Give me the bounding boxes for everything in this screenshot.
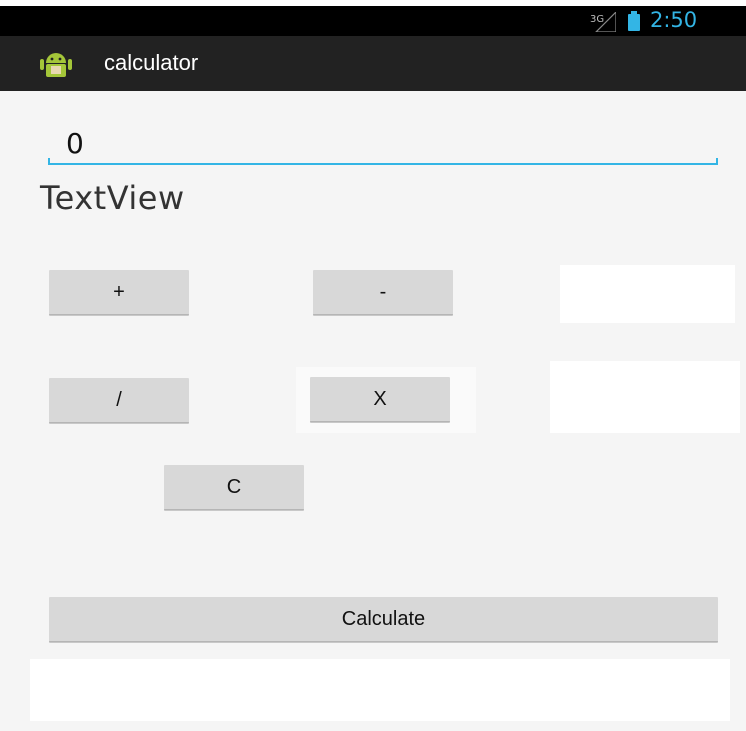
plus-button[interactable]: + xyxy=(49,270,189,315)
app-title: calculator xyxy=(104,50,199,75)
blank-field-4 xyxy=(30,659,730,721)
divide-button[interactable]: / xyxy=(49,378,189,423)
main-content: 0 TextView + - / X C Calculate xyxy=(0,91,746,731)
calculate-button[interactable]: Calculate xyxy=(49,597,718,642)
status-bar: 3G 2:50 xyxy=(0,6,746,36)
battery-icon xyxy=(628,11,640,31)
network-type-label: 3G xyxy=(590,14,604,25)
action-bar: calculator xyxy=(0,36,746,91)
signal-icon: 3G xyxy=(590,12,616,32)
input-underline-left xyxy=(48,158,50,165)
clear-button[interactable]: C xyxy=(164,465,304,510)
android-app-icon xyxy=(40,53,72,77)
number-input[interactable]: 0 xyxy=(48,121,718,165)
input-underline xyxy=(48,163,718,165)
status-time: 2:50 xyxy=(650,8,698,32)
minus-button[interactable]: - xyxy=(313,270,453,315)
result-text-view: TextView xyxy=(40,179,185,217)
number-input-value[interactable]: 0 xyxy=(66,127,84,160)
multiply-button[interactable]: X xyxy=(310,377,450,422)
input-underline-right xyxy=(716,158,718,165)
blank-field-3 xyxy=(550,361,740,433)
blank-field-1 xyxy=(560,265,735,323)
